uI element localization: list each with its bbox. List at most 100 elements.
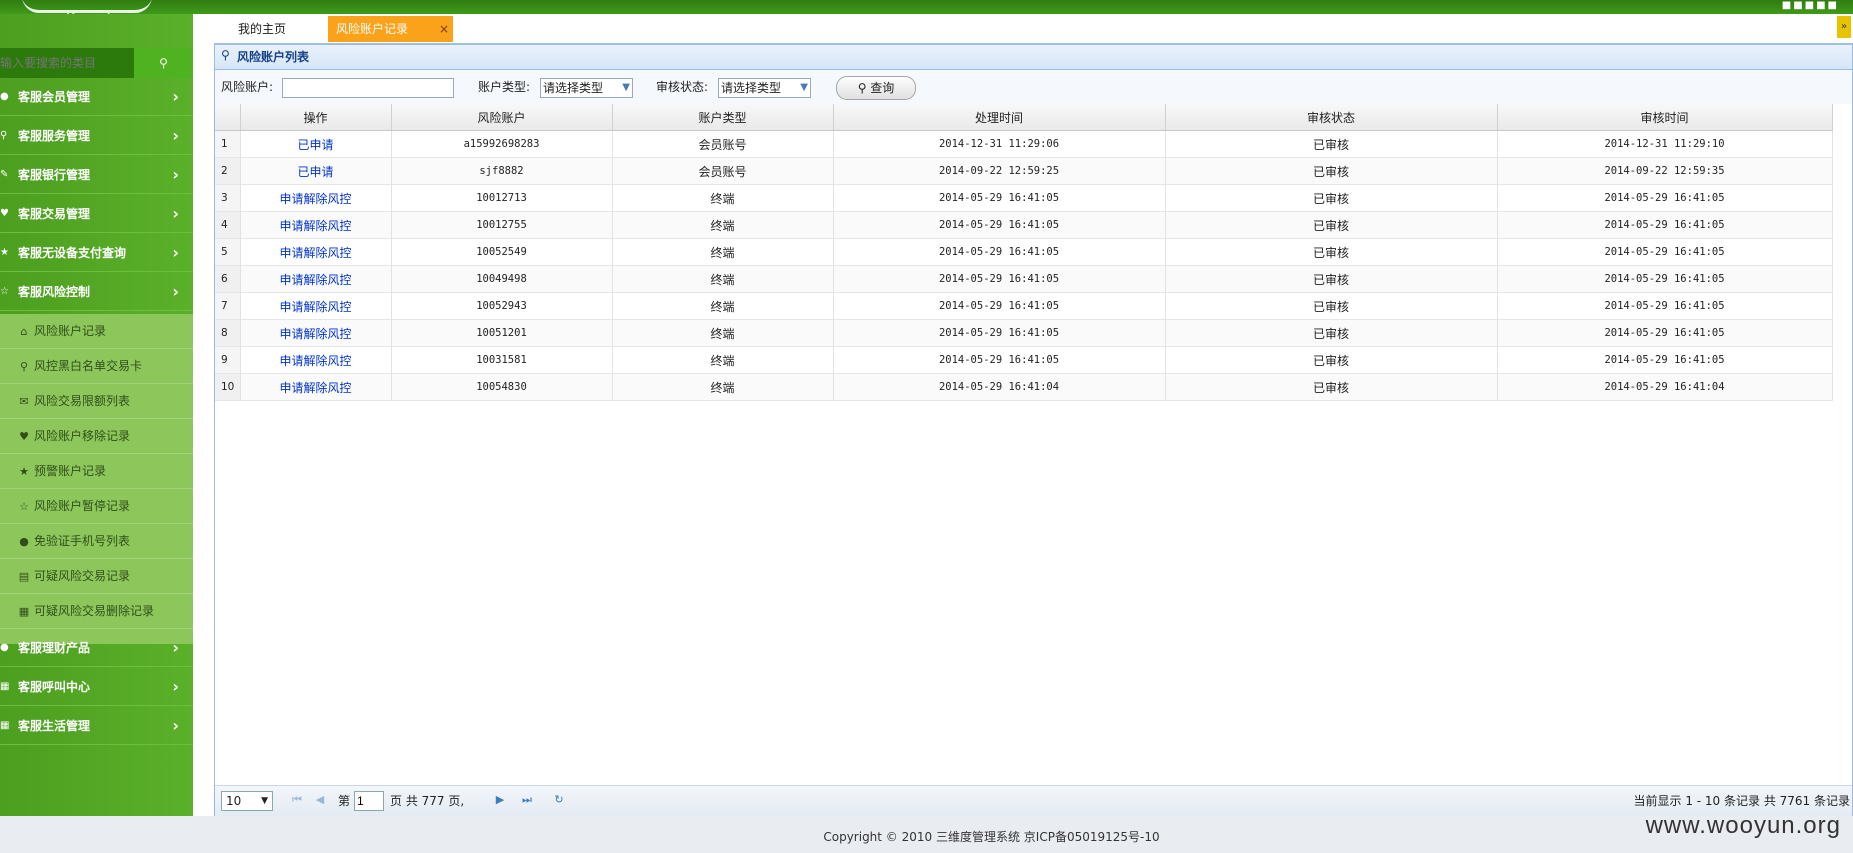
rownum-header [215, 104, 241, 131]
column-header[interactable]: 审核状态 [1165, 104, 1498, 131]
table-row[interactable]: 1 已申请 a15992698283 会员账号 2014-12-31 11:29:06 已… [215, 130, 1833, 158]
processed-time-cell: 2014-05-29 16:41:05 [833, 319, 1166, 347]
row-action-link[interactable]: 已申请 [240, 130, 392, 158]
table-row[interactable]: 9 申请解除风控 10031581 终端 2014-05-29 16:41:05 已审核 2… [215, 346, 1833, 374]
row-action-link[interactable]: 申请解除风控 [240, 238, 392, 266]
sidebar-item[interactable]: ⚲ 客服服务管理 › [0, 117, 193, 155]
audit-time-cell: 2014-05-29 16:41:04 [1497, 373, 1833, 401]
query-button[interactable]: ⚲ 查询 [836, 76, 916, 100]
audit-time-cell: 2014-05-29 16:41:05 [1497, 346, 1833, 374]
submenu-item[interactable]: ☆ 风险账户暂停记录 [0, 489, 193, 524]
submenu-item[interactable]: ★ 预警账户记录 [0, 454, 193, 489]
column-header[interactable]: 处理时间 [833, 104, 1166, 131]
sidebar-item[interactable]: ✎ 客服银行管理 › [0, 156, 193, 194]
table-row[interactable]: 4 申请解除风控 10012755 终端 2014-05-29 16:41:05 已审核 2… [215, 211, 1833, 239]
table-row[interactable]: 10 申请解除风控 10054830 终端 2014-05-29 16:41:04 已审核… [215, 373, 1833, 401]
table-row[interactable]: 7 申请解除风控 10052943 终端 2014-05-29 16:41:05 已审核 2… [215, 292, 1833, 320]
sidebar-item[interactable]: ▦ 客服呼叫中心 › [0, 668, 193, 706]
grid-icon: ▦ [18, 605, 30, 618]
tab-risk-account-records[interactable]: 风险账户记录 × [328, 16, 453, 42]
risk-account-grid: 操作 风险账户 账户类型 处理时间 审核状态 审核时间 1 已申请 a1599269… [215, 104, 1852, 401]
audit-status-value: 请选择类型 [721, 81, 782, 95]
audit-status-select[interactable]: 请选择类型 ▼ [718, 78, 811, 98]
submenu-item[interactable]: ✉ 风险交易限额列表 [0, 384, 193, 419]
row-action-link[interactable]: 申请解除风控 [240, 346, 392, 374]
top-header: 3weidu.com ■■■■■ [0, 0, 1853, 27]
page-size-select[interactable]: 10 ▼ [221, 791, 273, 811]
edit-icon: ✎ [0, 169, 9, 180]
table-row[interactable]: 3 申请解除风控 10012713 终端 2014-05-29 16:41:05 已审核 2… [215, 184, 1833, 212]
row-action-link[interactable]: 申请解除风控 [240, 184, 392, 212]
watermark: www.wooyun.org [1645, 812, 1841, 839]
row-number: 2 [215, 157, 241, 185]
row-action-link[interactable]: 申请解除风控 [240, 292, 392, 320]
audit-status-cell: 已审核 [1165, 238, 1498, 266]
account-type-select[interactable]: 请选择类型 ▼ [540, 78, 633, 98]
column-header[interactable]: 风险账户 [391, 104, 613, 131]
submenu-item[interactable]: ⚲ 风控黑白名单交易卡 [0, 349, 193, 384]
table-row[interactable]: 6 申请解除风控 10049498 终端 2014-05-29 16:41:05 已审核 2… [215, 265, 1833, 293]
sidebar-item-label: 客服交易管理 [18, 207, 91, 221]
chevron-right-icon: › [172, 638, 179, 657]
refresh-icon[interactable]: ↻ [552, 792, 566, 808]
submenu-item[interactable]: ▤ 可疑风险交易记录 [0, 559, 193, 594]
column-header[interactable]: 操作 [240, 104, 392, 131]
chevron-right-icon: › [172, 204, 179, 223]
search-icon: ⚲ [0, 130, 8, 141]
sidebar-item[interactable]: ☆ 客服风险控制 › [0, 273, 193, 311]
sidebar-item[interactable]: ▦ 客服生活管理 › [0, 707, 193, 745]
submenu-risk-control: ⌂ 风险账户记录 ⚲ 风控黑白名单交易卡 ✉ 风险交易限额列表 ♥ 风险账户移除记录 ★ 预警账户… [0, 314, 193, 644]
first-page-icon[interactable]: ⏮ [290, 792, 304, 808]
page-number-input[interactable] [354, 791, 384, 811]
row-number: 6 [215, 265, 241, 293]
table-row[interactable]: 2 已申请 sjf8882 会员账号 2014-09-22 12:59:25 已审核 201… [215, 157, 1833, 185]
search-button[interactable]: ⚲ [134, 48, 193, 78]
audit-time-cell: 2014-09-22 12:59:35 [1497, 157, 1833, 185]
submenu-item[interactable]: ♥ 风险账户移除记录 [0, 419, 193, 454]
account-type-cell: 终端 [612, 211, 834, 239]
user-icon: ● [0, 642, 9, 653]
audit-status-label: 审核状态: [656, 80, 709, 94]
submenu-item-label: 免验证手机号列表 [34, 534, 131, 548]
table-row[interactable]: 5 申请解除风控 10052549 终端 2014-05-29 16:41:05 已审核 2… [215, 238, 1833, 266]
audit-time-cell: 2014-05-29 16:41:05 [1497, 211, 1833, 239]
row-action-link[interactable]: 申请解除风控 [240, 265, 392, 293]
audit-time-cell: 2014-05-29 16:41:05 [1497, 292, 1833, 320]
chevron-down-icon[interactable]: » [1837, 16, 1851, 38]
row-action-link[interactable]: 申请解除风控 [240, 319, 392, 347]
close-icon[interactable]: × [439, 16, 449, 42]
last-page-icon[interactable]: ⏭ [520, 792, 534, 808]
sidebar-item[interactable]: ● 客服会员管理 › [0, 78, 193, 116]
row-action-link[interactable]: 申请解除风控 [240, 211, 392, 239]
sidebar-item[interactable]: ● 客服理财产品 › [0, 629, 193, 667]
chevron-right-icon: › [172, 716, 179, 735]
submenu-item-label: 风险账户移除记录 [34, 429, 131, 443]
submenu-item[interactable]: ▦ 可疑风险交易删除记录 [0, 594, 193, 629]
tab-home[interactable]: 我的主页 [238, 16, 313, 42]
row-action-link[interactable]: 申请解除风控 [240, 373, 392, 401]
sidebar-item[interactable]: ♥ 客服交易管理 › [0, 195, 193, 233]
risk-account-label: 风险账户: [221, 80, 274, 94]
table-row[interactable]: 8 申请解除风控 10051201 终端 2014-05-29 16:41:05 已审核 2… [215, 319, 1833, 347]
row-number: 4 [215, 211, 241, 239]
star-icon: ★ [19, 465, 29, 478]
header-menu-dots[interactable]: ■■■■■ [1782, 0, 1839, 11]
sidebar-search-input[interactable] [0, 48, 134, 78]
search-icon: ⚲ [159, 56, 168, 70]
submenu-item[interactable]: ⌂ 风险账户记录 [0, 314, 193, 349]
prev-page-icon[interactable]: ◀ [313, 792, 327, 808]
row-action-link[interactable]: 已申请 [240, 157, 392, 185]
submenu-item[interactable]: ● 免验证手机号列表 [0, 524, 193, 559]
next-page-icon[interactable]: ▶ [493, 792, 507, 808]
column-header[interactable]: 审核时间 [1497, 104, 1833, 131]
risk-account-input[interactable] [282, 78, 454, 98]
account-type-label: 账户类型: [478, 80, 531, 94]
row-number: 1 [215, 130, 241, 158]
footer: Copyright © 2010 三维度管理系统 京ICP备05019125号-… [0, 812, 1853, 853]
column-header[interactable]: 账户类型 [612, 104, 834, 131]
audit-status-cell: 已审核 [1165, 319, 1498, 347]
audit-time-cell: 2014-05-29 16:41:05 [1497, 184, 1833, 212]
sidebar-item[interactable]: ★ 客服无设备支付查询 › [0, 234, 193, 272]
audit-time-cell: 2014-12-31 11:29:10 [1497, 130, 1833, 158]
page-prefix: 第 [338, 794, 351, 808]
